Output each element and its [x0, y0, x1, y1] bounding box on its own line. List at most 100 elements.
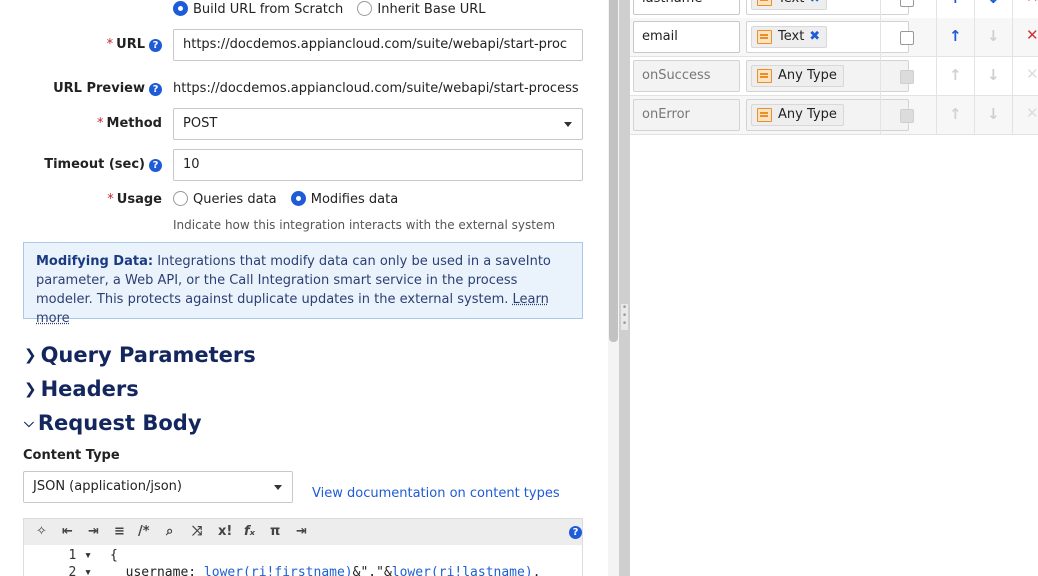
search-icon[interactable]: ⌕	[166, 524, 173, 539]
content-type-doc-link[interactable]: View documentation on content types	[312, 486, 560, 501]
rule-input-row: onSuccess Any Type ↑ ↓ ✕	[630, 57, 1038, 96]
type-tag: Text ✖	[751, 26, 828, 48]
help-icon[interactable]: ?	[149, 159, 162, 172]
radio-queries-data[interactable]: Queries data	[173, 191, 277, 207]
format-list-icon[interactable]: ≡	[114, 524, 125, 539]
content-type-selected-value: JSON (application/json)	[33, 479, 182, 494]
shuffle-icon[interactable]: ⤨	[192, 524, 202, 539]
line-number: 1 ▾	[68, 548, 92, 563]
move-up-icon[interactable]: ↑	[949, 0, 962, 7]
rule-input-name[interactable]: lastname	[633, 0, 740, 15]
url-preview-label-text: URL Preview	[53, 81, 145, 96]
code-line: username: lower(ri!firstname)&"."&lower(…	[110, 565, 541, 576]
pane-divider[interactable]	[619, 0, 630, 576]
radio-label: Build URL from Scratch	[193, 2, 344, 17]
rule-input-type-field[interactable]: Text ✖	[746, 0, 909, 15]
remove-type-icon[interactable]: ✖	[809, 29, 820, 44]
line-number: 2 ▾	[42, 565, 92, 576]
rule-input-name: onError	[633, 99, 740, 131]
indent-icon[interactable]: ⇥	[88, 524, 99, 539]
column-divider	[974, 0, 975, 19]
column-divider	[1012, 0, 1013, 19]
line-number-text: 2	[68, 565, 77, 576]
timeout-input[interactable]: 10	[173, 149, 583, 181]
chevron-down-icon: ⌵	[24, 416, 34, 431]
rule-input-name[interactable]: email	[633, 21, 740, 53]
usage-radio-group: Queries data Modifies data	[173, 191, 408, 207]
chevron-down-icon	[564, 122, 572, 127]
code-token: ,	[532, 565, 541, 576]
scrollbar-thumb[interactable]	[609, 0, 618, 342]
method-select[interactable]: POST	[173, 108, 583, 140]
timeout-label-text: Timeout (sec)	[44, 157, 145, 172]
column-divider	[936, 18, 937, 57]
move-up-icon[interactable]: ↑	[949, 27, 962, 45]
help-icon[interactable]: ?	[569, 526, 582, 539]
url-label: * URL?	[107, 37, 162, 52]
rule-input-type-field[interactable]: Text ✖	[746, 21, 909, 53]
move-down-icon: ↓	[987, 66, 1000, 84]
data-type-icon	[757, 0, 772, 6]
column-divider	[936, 0, 937, 19]
outdent-icon[interactable]: ⇤	[62, 524, 73, 539]
column-divider	[880, 0, 881, 19]
method-label: * Method	[97, 116, 162, 131]
rule-input-row: onError Any Type ↑ ↓ ✕	[630, 96, 1038, 135]
type-tag-label: Text	[778, 29, 805, 44]
content-type-select[interactable]: JSON (application/json)	[23, 471, 293, 503]
info-title: Modifying Data:	[36, 254, 154, 269]
help-icon[interactable]: ?	[149, 39, 162, 52]
url-preview-value: https://docdemos.appiancloud.com/suite/w…	[173, 81, 579, 96]
radio-label: Modifies data	[310, 192, 399, 207]
column-divider	[974, 18, 975, 57]
url-input[interactable]: https://docdemos.appiancloud.com/suite/w…	[173, 29, 583, 61]
rule-input-icon[interactable]: x!	[218, 524, 232, 539]
remove-type-icon[interactable]: ✖	[809, 0, 820, 6]
code-token: username:	[110, 565, 204, 576]
delete-icon[interactable]: ✕	[1026, 0, 1038, 6]
rule-input-row: lastname Text ✖ ↑ ↓ ✕	[630, 0, 1038, 19]
column-divider	[936, 96, 937, 135]
function-icon[interactable]: fₓ	[244, 524, 255, 539]
array-checkbox[interactable]	[900, 0, 914, 7]
type-tag-label: Text	[778, 0, 804, 6]
section-title: Request Body	[37, 411, 202, 435]
section-request-body[interactable]: ⌵ Request Body	[24, 411, 202, 435]
column-divider	[1012, 96, 1013, 135]
line-number-text: 1	[68, 548, 77, 563]
move-up-icon: ↑	[949, 66, 962, 84]
magic-wand-icon[interactable]: ✧	[36, 524, 47, 539]
radio-unselected-icon	[357, 1, 373, 16]
type-tag: Any Type	[751, 65, 844, 87]
radio-selected-icon	[290, 191, 306, 206]
array-checkbox[interactable]	[900, 31, 914, 45]
url-label-text: URL	[116, 37, 145, 52]
url-preview-label: URL Preview?	[53, 81, 162, 96]
help-icon[interactable]: ?	[149, 83, 162, 96]
insert-icon[interactable]: ⇥	[296, 524, 307, 539]
type-tag-label: Any Type	[778, 107, 837, 122]
constant-pi-icon[interactable]: π	[270, 524, 280, 539]
column-divider	[974, 96, 975, 135]
expression-editor[interactable]: 1 ▾ { 2 ▾ username: lower(ri!firstname)&…	[23, 545, 583, 576]
modifying-data-info-box: Modifying Data: Integrations that modify…	[23, 242, 583, 326]
drag-handle-icon[interactable]: • • •	[621, 304, 628, 330]
radio-inherit-base-url[interactable]: Inherit Base URL	[357, 1, 486, 17]
type-tag-label: Any Type	[778, 68, 837, 83]
rule-inputs-pane: lastname Text ✖ ↑ ↓ ✕ email Text ✖ ↑ ↓ ✕ o…	[630, 0, 1038, 576]
type-tag: Text ✖	[751, 0, 828, 10]
section-headers[interactable]: ❯ Headers	[24, 377, 139, 401]
radio-label: Queries data	[193, 192, 277, 207]
radio-modifies-data[interactable]: Modifies data	[290, 191, 399, 207]
section-title: Headers	[40, 377, 139, 401]
column-divider	[1012, 18, 1013, 57]
move-down-icon[interactable]: ↓	[987, 0, 1000, 7]
comment-icon[interactable]: /*	[138, 524, 150, 539]
delete-icon: ✕	[1026, 65, 1038, 83]
section-query-parameters[interactable]: ❯ Query Parameters	[24, 343, 256, 367]
array-checkbox	[900, 109, 914, 123]
move-down-icon[interactable]: ↓	[987, 27, 1000, 45]
radio-build-from-scratch[interactable]: Build URL from Scratch	[173, 1, 343, 17]
move-down-icon: ↓	[987, 105, 1000, 123]
delete-icon[interactable]: ✕	[1026, 26, 1038, 44]
